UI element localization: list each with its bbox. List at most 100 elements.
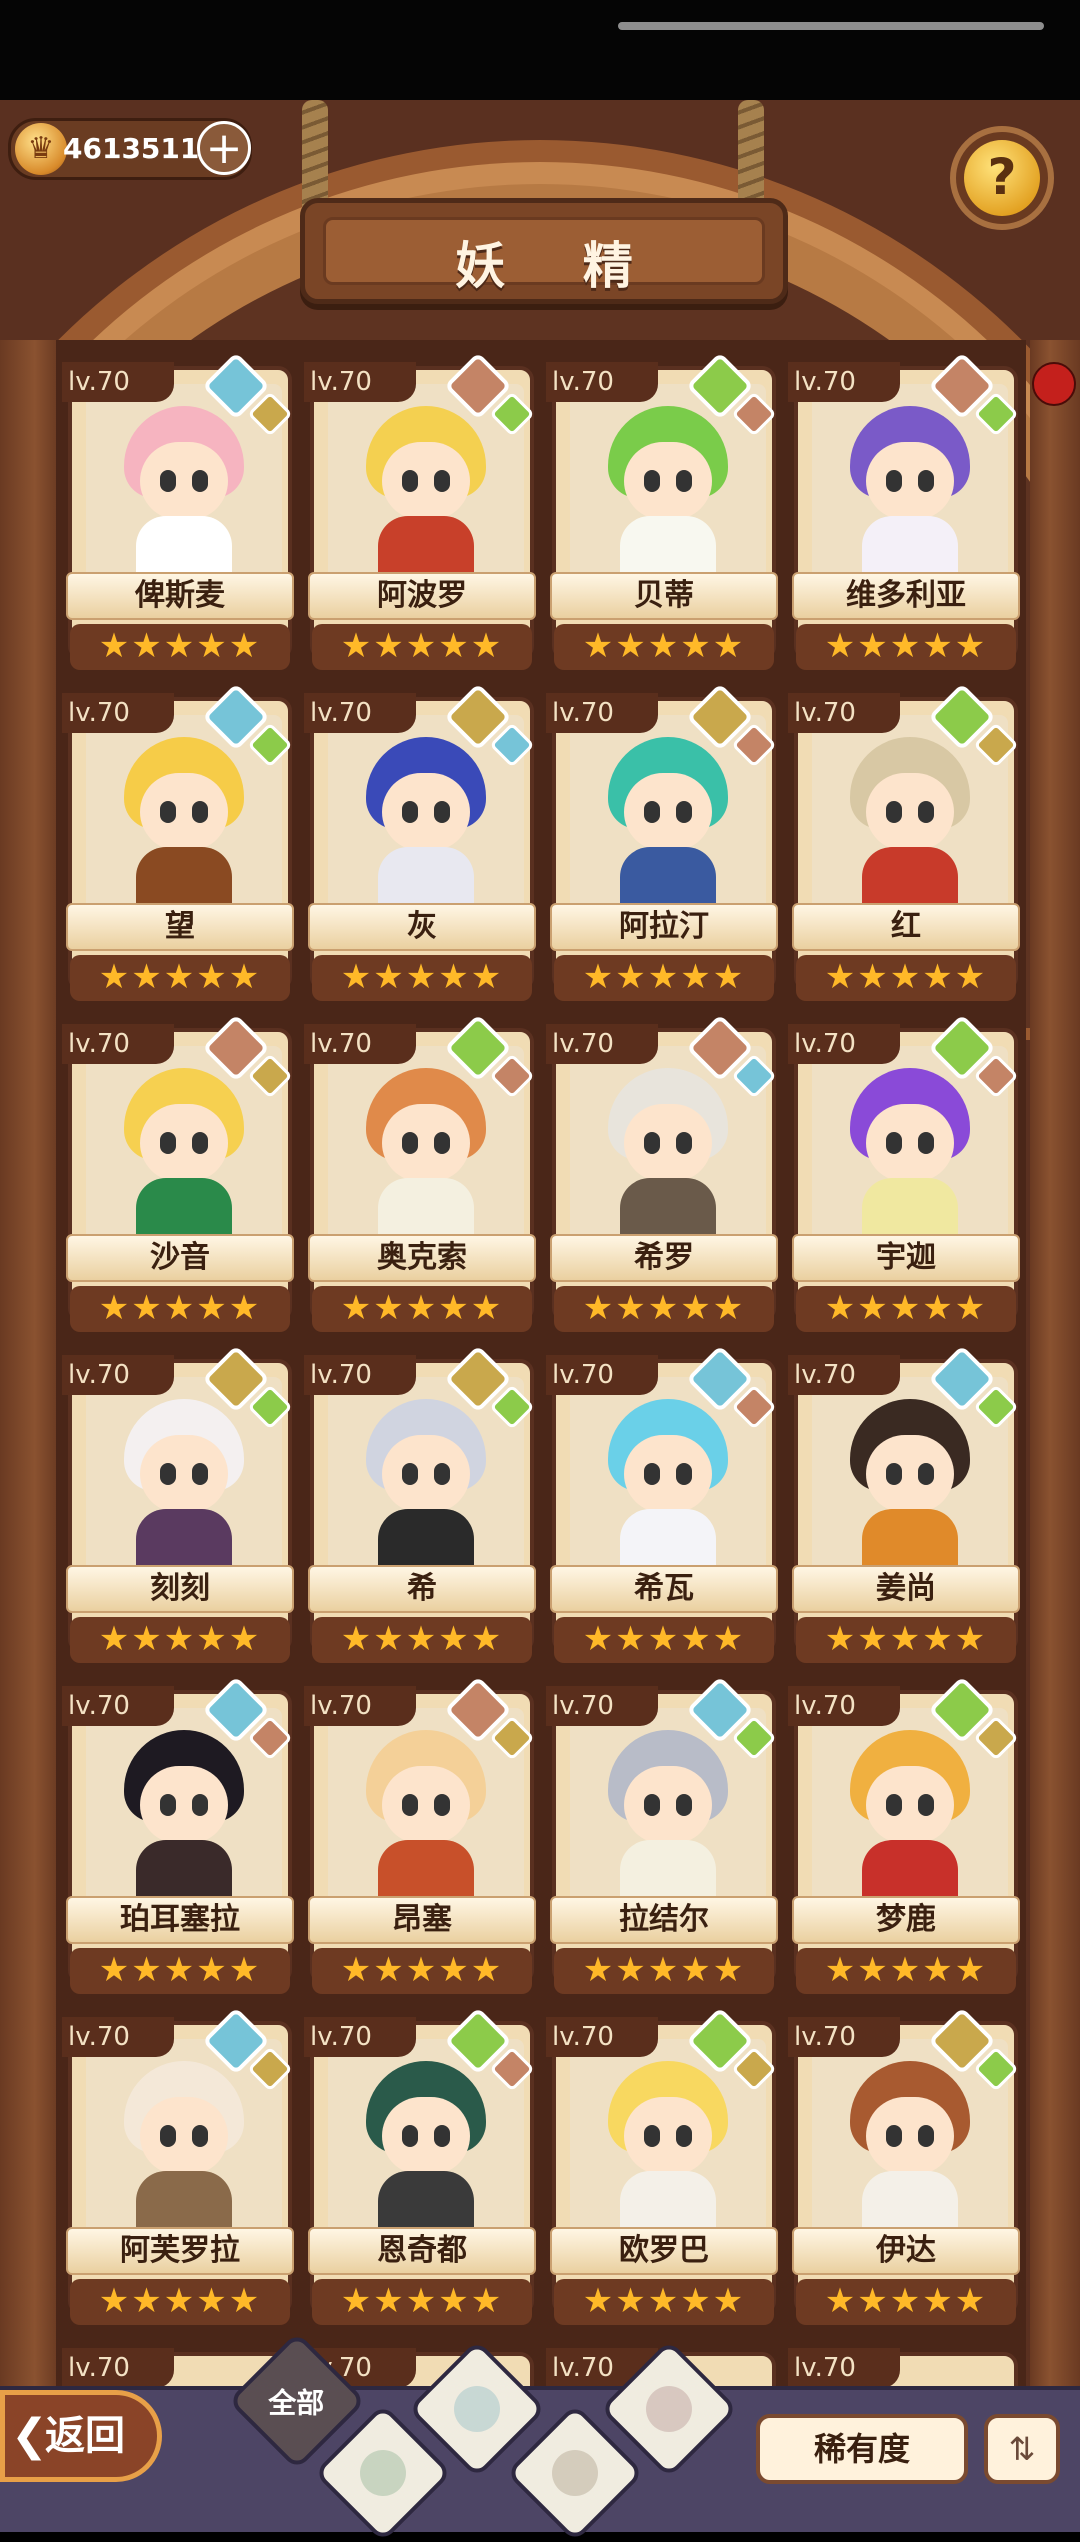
fairy-face [624, 1435, 712, 1513]
fairy-card[interactable]: lv.70 宇迦 ★★★★★ [788, 1014, 1024, 1342]
fairy-card[interactable]: lv.70 阿拉汀 ★★★★★ [546, 683, 782, 1011]
fairy-outfit [620, 1178, 716, 1242]
fairy-eye [434, 801, 450, 823]
fairy-name: 梦鹿 [792, 1896, 1020, 1944]
fairy-outfit [378, 1840, 474, 1904]
fairy-card[interactable]: lv.70 阿波罗 ★★★★★ [304, 352, 540, 680]
fairy-card[interactable]: lv.70 望 ★★★★★ [62, 683, 298, 1011]
fairy-card[interactable]: lv.70 希瓦 ★★★★★ [546, 1345, 782, 1673]
fairy-card[interactable]: lv.70 灰 ★★★★★ [304, 683, 540, 1011]
fairy-card[interactable]: lv.70 伊达 ★★★★★ [788, 2007, 1024, 2335]
fairy-card[interactable]: lv.70 奥克索 ★★★★★ [304, 1014, 540, 1342]
fairy-scene: 妖 精 ♛ 46135116 + ? lv.70 俾斯麦 ★★★★★ lv.70 阿波罗… [0, 100, 1080, 2528]
fairy-outfit [862, 1509, 958, 1573]
level-badge: lv.70 [546, 1686, 658, 1726]
fairy-face [382, 2097, 470, 2175]
fairy-card[interactable]: lv.70 昂塞 ★★★★★ [304, 1676, 540, 2004]
fairy-eye [434, 1794, 450, 1816]
fairy-eye [676, 2125, 692, 2147]
fairy-outfit [620, 2171, 716, 2235]
fairy-name: 伊达 [792, 2227, 1020, 2275]
water-drop-icon [454, 2386, 500, 2432]
fairy-card[interactable]: lv.70 维多利亚 ★★★★★ [788, 352, 1024, 680]
star-rating: ★★★★★ [70, 1617, 290, 1663]
fairy-name: 俾斯麦 [66, 572, 294, 620]
fairy-name: 拉结尔 [550, 1896, 778, 1944]
fairy-name: 灰 [308, 903, 536, 951]
fairy-name: 希瓦 [550, 1565, 778, 1613]
fairy-eye [886, 1794, 902, 1816]
fairy-card[interactable]: lv.70 俾斯麦 ★★★★★ [62, 352, 298, 680]
fairy-face [140, 1104, 228, 1182]
fairy-eye [918, 470, 934, 492]
fairy-card[interactable]: lv.70 沙音 ★★★★★ [62, 1014, 298, 1342]
level-badge: lv.70 [788, 1686, 900, 1726]
fairy-eye [160, 2125, 176, 2147]
fairy-card[interactable]: lv.70 阿芙罗拉 ★★★★★ [62, 2007, 298, 2335]
fairy-name: 希 [308, 1565, 536, 1613]
help-button[interactable]: ? [950, 126, 1054, 230]
level-badge: lv.70 [788, 2017, 900, 2057]
fairy-face [624, 773, 712, 851]
fairy-card[interactable]: lv.70 珀耳塞拉 ★★★★★ [62, 1676, 298, 2004]
fairy-name: 沙音 [66, 1234, 294, 1282]
fairy-eye [918, 801, 934, 823]
back-button[interactable]: ❮ 返回 [0, 2390, 162, 2482]
star-rating: ★★★★★ [796, 624, 1016, 670]
level-badge: lv.70 [304, 1024, 416, 1064]
fairy-outfit [378, 1509, 474, 1573]
sort-order-button[interactable]: ⇅ [984, 2414, 1060, 2484]
level-badge: lv.70 [62, 1686, 174, 1726]
fairy-card[interactable]: lv.70 刻刻 ★★★★★ [62, 1345, 298, 1673]
fairy-eye [644, 801, 660, 823]
fairy-outfit [378, 516, 474, 580]
fairy-name: 宇迦 [792, 1234, 1020, 1282]
fairy-eye [160, 801, 176, 823]
fairy-face [382, 442, 470, 520]
fairy-card[interactable]: lv.70 梦鹿 ★★★★★ [788, 1676, 1024, 2004]
level-badge: lv.70 [62, 2017, 174, 2057]
fairy-card[interactable]: lv.70 拉结尔 ★★★★★ [546, 1676, 782, 2004]
star-rating: ★★★★★ [70, 624, 290, 670]
fairy-name: 姜尚 [792, 1565, 1020, 1613]
fairy-eye [402, 1132, 418, 1154]
fairy-eye [918, 1463, 934, 1485]
fairy-face [866, 442, 954, 520]
fairy-card[interactable]: lv.70 希 ★★★★★ [304, 1345, 540, 1673]
fairy-card[interactable]: lv.70 姜尚 ★★★★★ [788, 1345, 1024, 1673]
fairy-eye [886, 1132, 902, 1154]
fairy-card-grid: lv.70 俾斯麦 ★★★★★ lv.70 阿波罗 ★★★★★ lv.70 贝蒂 ★★★★★ lv… [62, 352, 1024, 2528]
fairy-face [866, 1435, 954, 1513]
rarity-sort-button[interactable]: 稀有度 [756, 2414, 968, 2484]
volcano-icon [646, 2386, 692, 2432]
fairy-card[interactable]: lv.70 欧罗巴 ★★★★★ [546, 2007, 782, 2335]
fairy-card[interactable]: lv.70 恩奇都 ★★★★★ [304, 2007, 540, 2335]
plus-icon[interactable]: + [197, 121, 251, 175]
level-badge: lv.70 [546, 2017, 658, 2057]
fairy-eye [434, 470, 450, 492]
fairy-face [140, 1435, 228, 1513]
crown-coin-icon: ♛ [15, 123, 67, 175]
star-rating: ★★★★★ [554, 624, 774, 670]
fairy-card[interactable]: lv.70 希罗 ★★★★★ [546, 1014, 782, 1342]
fairy-name: 阿波罗 [308, 572, 536, 620]
fairy-name: 奥克索 [308, 1234, 536, 1282]
level-badge: lv.70 [304, 2017, 416, 2057]
fairy-card[interactable]: lv.70 贝蒂 ★★★★★ [546, 352, 782, 680]
level-badge: lv.70 [546, 693, 658, 733]
level-badge: lv.70 [788, 2348, 900, 2388]
star-rating: ★★★★★ [312, 955, 532, 1001]
fairy-face [140, 2097, 228, 2175]
fairy-outfit [620, 847, 716, 911]
fairy-eye [676, 801, 692, 823]
question-icon: ? [964, 140, 1040, 216]
level-badge: lv.70 [62, 1355, 174, 1395]
fairy-eye [886, 470, 902, 492]
mountain-icon [552, 2450, 598, 2496]
fairy-eye [192, 470, 208, 492]
fairy-outfit [378, 847, 474, 911]
fairy-card[interactable]: lv.70 红 ★★★★★ [788, 683, 1024, 1011]
fairy-face [382, 1104, 470, 1182]
fairy-outfit [378, 2171, 474, 2235]
level-badge: lv.70 [62, 693, 174, 733]
